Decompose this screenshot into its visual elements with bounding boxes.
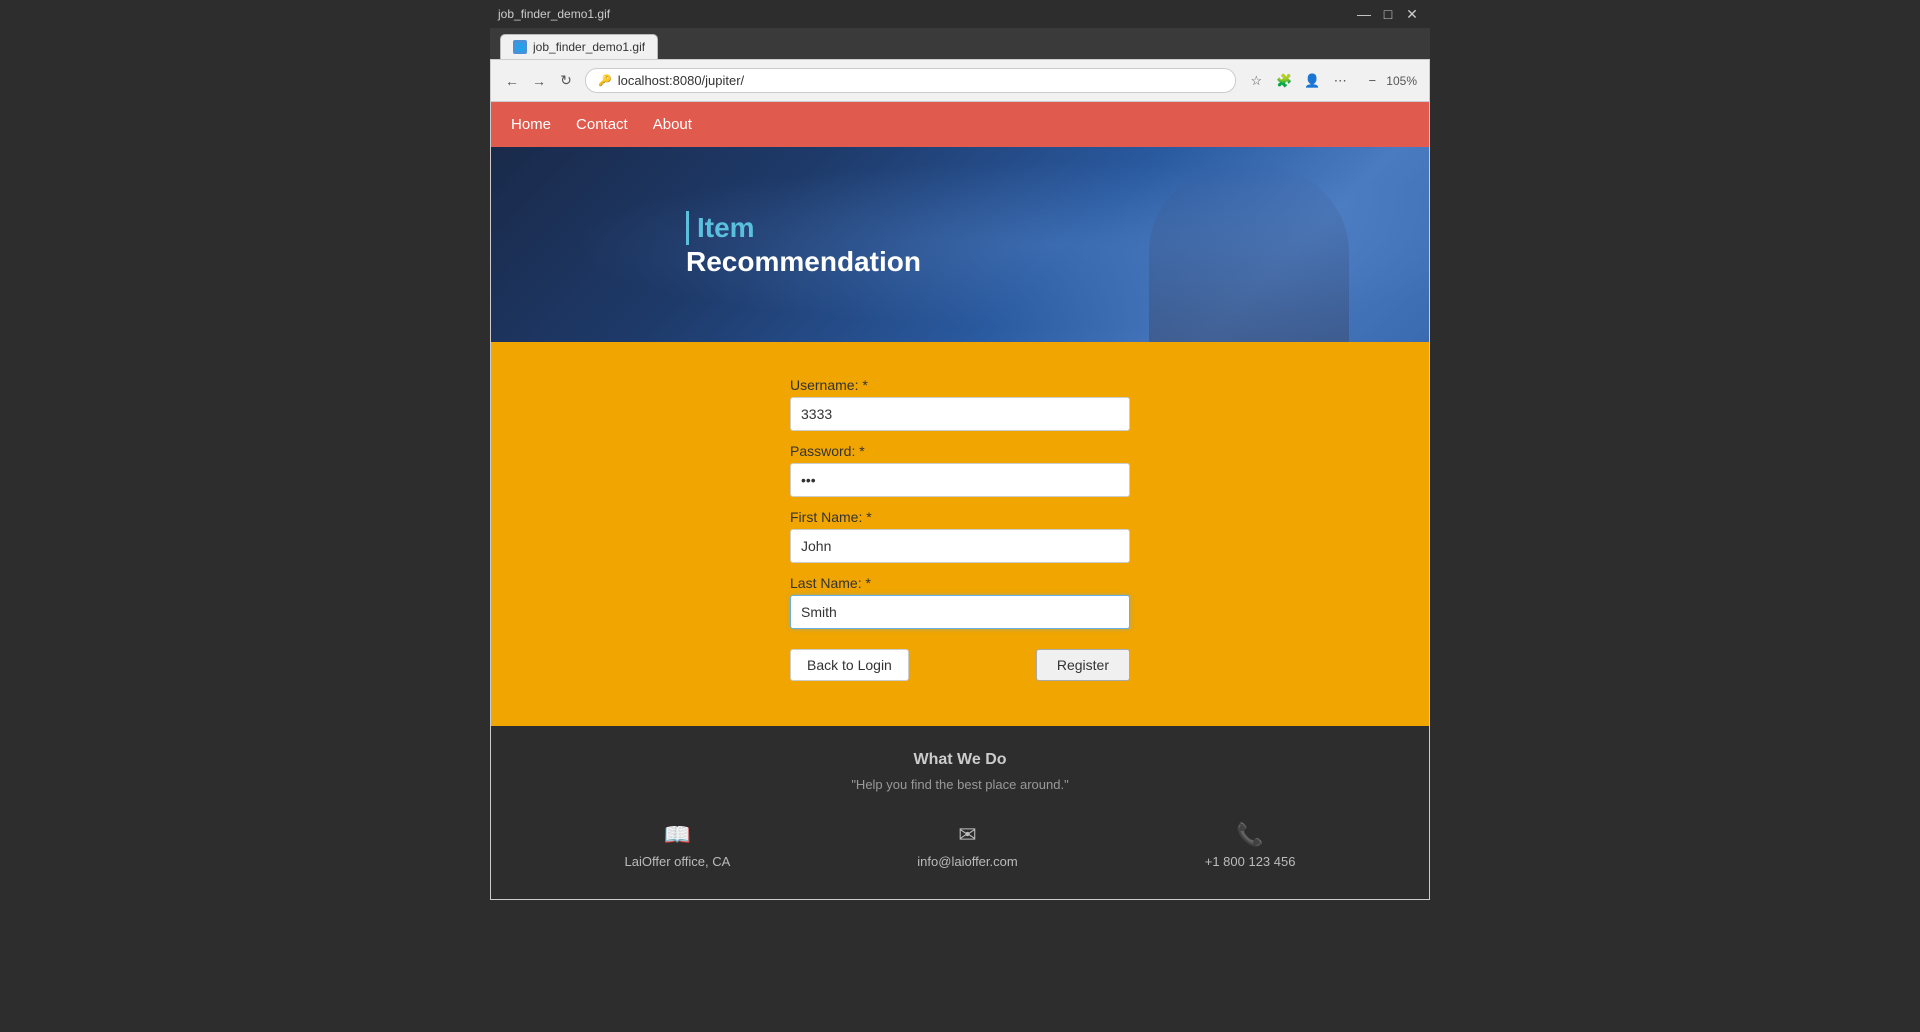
nav-buttons: ← → ↻ bbox=[501, 70, 577, 92]
nav-item-about[interactable]: About bbox=[653, 116, 692, 133]
profile-button[interactable]: 👤 bbox=[1300, 69, 1324, 93]
office-label: LaiOffer office, CA bbox=[625, 854, 731, 869]
password-label: Password: * bbox=[790, 443, 1130, 459]
footer-phone: 📞 +1 800 123 456 bbox=[1205, 822, 1296, 869]
footer-email: ✉ info@laioffer.com bbox=[917, 822, 1017, 869]
form-buttons: Back to Login Register bbox=[790, 649, 1130, 681]
username-label: Username: * bbox=[790, 377, 1130, 393]
footer-subtitle: "Help you find the best place around." bbox=[511, 777, 1409, 792]
email-icon: ✉ bbox=[958, 822, 976, 848]
browser-actions: ☆ 🧩 👤 ⋯ bbox=[1244, 69, 1352, 93]
hero-item-text: Item bbox=[686, 211, 921, 245]
back-to-login-button[interactable]: Back to Login bbox=[790, 649, 909, 681]
minimize-button[interactable]: — bbox=[1354, 4, 1374, 24]
register-button[interactable]: Register bbox=[1036, 649, 1130, 681]
last-name-group: Last Name: * bbox=[790, 575, 1130, 629]
username-group: Username: * bbox=[790, 377, 1130, 431]
hero-title: Item Recommendation bbox=[686, 211, 921, 278]
last-name-label: Last Name: * bbox=[790, 575, 1130, 591]
zoom-indicator: − 105% bbox=[1360, 69, 1419, 93]
nav-bar: Home Contact About bbox=[491, 102, 1429, 147]
close-button[interactable]: ✕ bbox=[1402, 4, 1422, 24]
register-section: Username: * Password: * First Name: * La… bbox=[491, 342, 1429, 726]
tab-favicon: 🌐 bbox=[513, 40, 527, 54]
footer-office: 📖 LaiOffer office, CA bbox=[625, 822, 731, 869]
menu-button[interactable]: ⋯ bbox=[1328, 69, 1352, 93]
first-name-group: First Name: * bbox=[790, 509, 1130, 563]
first-name-input[interactable] bbox=[790, 529, 1130, 563]
back-button[interactable]: ← bbox=[501, 70, 523, 92]
maximize-button[interactable]: □ bbox=[1378, 4, 1398, 24]
password-input[interactable] bbox=[790, 463, 1130, 497]
url-text: localhost:8080/jupiter/ bbox=[618, 73, 1224, 88]
phone-icon: 📞 bbox=[1236, 822, 1263, 848]
zoom-level: 105% bbox=[1386, 74, 1417, 88]
footer-title: What We Do bbox=[511, 751, 1409, 769]
first-name-label: First Name: * bbox=[790, 509, 1130, 525]
username-input[interactable] bbox=[790, 397, 1130, 431]
lock-icon: 🔑 bbox=[598, 74, 612, 87]
footer-what-we-do: What We Do "Help you find the best place… bbox=[491, 726, 1429, 899]
browser-tab[interactable]: 🌐 job_finder_demo1.gif bbox=[500, 34, 658, 59]
reload-button[interactable]: ↻ bbox=[555, 70, 577, 92]
extension-button[interactable]: 🧩 bbox=[1272, 69, 1296, 93]
hero-recommendation-text: Recommendation bbox=[686, 245, 921, 279]
address-bar[interactable]: 🔑 localhost:8080/jupiter/ bbox=[585, 68, 1236, 93]
tab-label: job_finder_demo1.gif bbox=[533, 40, 645, 54]
nav-item-home[interactable]: Home bbox=[511, 116, 551, 133]
last-name-input[interactable] bbox=[790, 595, 1130, 629]
zoom-out-button[interactable]: − bbox=[1360, 69, 1384, 93]
nav-item-contact[interactable]: Contact bbox=[576, 116, 628, 133]
office-icon: 📖 bbox=[664, 822, 691, 848]
hero-section: Item Recommendation bbox=[491, 147, 1429, 342]
forward-button[interactable]: → bbox=[528, 70, 550, 92]
footer-contacts: 📖 LaiOffer office, CA ✉ info@laioffer.co… bbox=[511, 812, 1409, 879]
phone-label: +1 800 123 456 bbox=[1205, 854, 1296, 869]
bookmark-star-button[interactable]: ☆ bbox=[1244, 69, 1268, 93]
password-group: Password: * bbox=[790, 443, 1130, 497]
window-title: job_finder_demo1.gif bbox=[498, 7, 610, 21]
email-label: info@laioffer.com bbox=[917, 854, 1017, 869]
tab-bar: 🌐 job_finder_demo1.gif bbox=[490, 28, 1430, 59]
browser-toolbar: ← → ↻ 🔑 localhost:8080/jupiter/ ☆ 🧩 👤 ⋯ … bbox=[490, 59, 1430, 101]
website-content: Home Contact About Item Recommendation U… bbox=[490, 101, 1430, 900]
